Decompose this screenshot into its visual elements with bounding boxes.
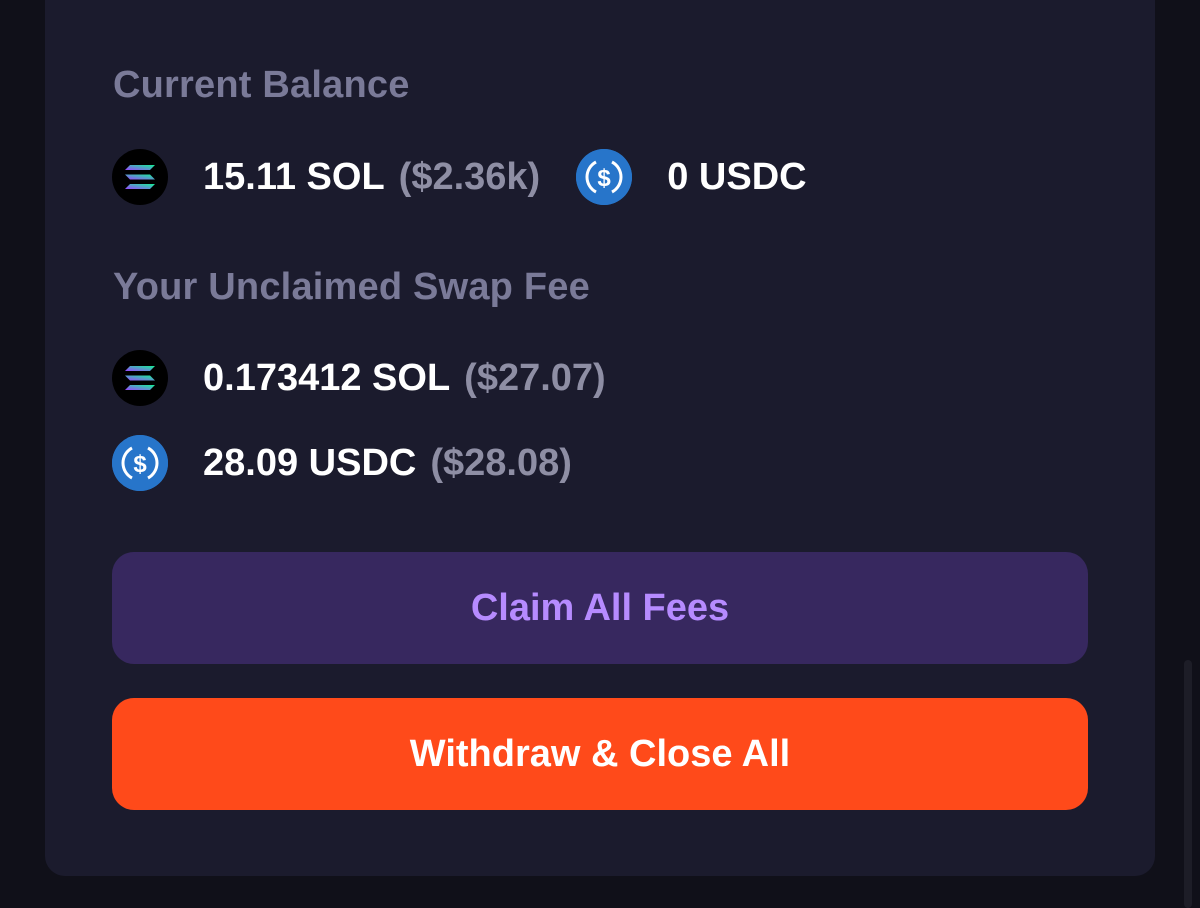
usdc-icon: $ <box>112 435 168 491</box>
sol-balance-amount: 15.11 SOL <box>203 155 385 198</box>
sol-balance-usd: ($2.36k) <box>398 155 541 198</box>
unclaimed-usdc-amount: 28.09 USDC <box>203 441 417 484</box>
unclaimed-usdc-row: $ 28.09 USDC ($28.08) <box>112 435 572 491</box>
current-balance-row: 15.11 SOL ($2.36k) $ 0 USDC <box>112 149 807 205</box>
unclaimed-sol-usd: ($27.07) <box>464 356 606 399</box>
usdc-balance-amount: 0 USDC <box>667 155 807 198</box>
withdraw-close-all-button[interactable]: Withdraw & Close All <box>112 698 1088 810</box>
unclaimed-sol-row: 0.173412 SOL ($27.07) <box>112 350 606 406</box>
current-balance-title: Current Balance <box>113 64 410 106</box>
solana-icon <box>112 149 168 205</box>
claim-all-fees-button[interactable]: Claim All Fees <box>112 552 1088 664</box>
unclaimed-fee-title: Your Unclaimed Swap Fee <box>113 266 590 308</box>
svg-text:$: $ <box>133 451 147 478</box>
solana-icon <box>112 350 168 406</box>
svg-text:$: $ <box>598 165 612 192</box>
unclaimed-usdc-usd: ($28.08) <box>430 441 572 484</box>
scrollbar[interactable] <box>1184 660 1192 908</box>
usdc-icon: $ <box>576 149 633 205</box>
unclaimed-sol-amount: 0.173412 SOL <box>203 356 451 399</box>
